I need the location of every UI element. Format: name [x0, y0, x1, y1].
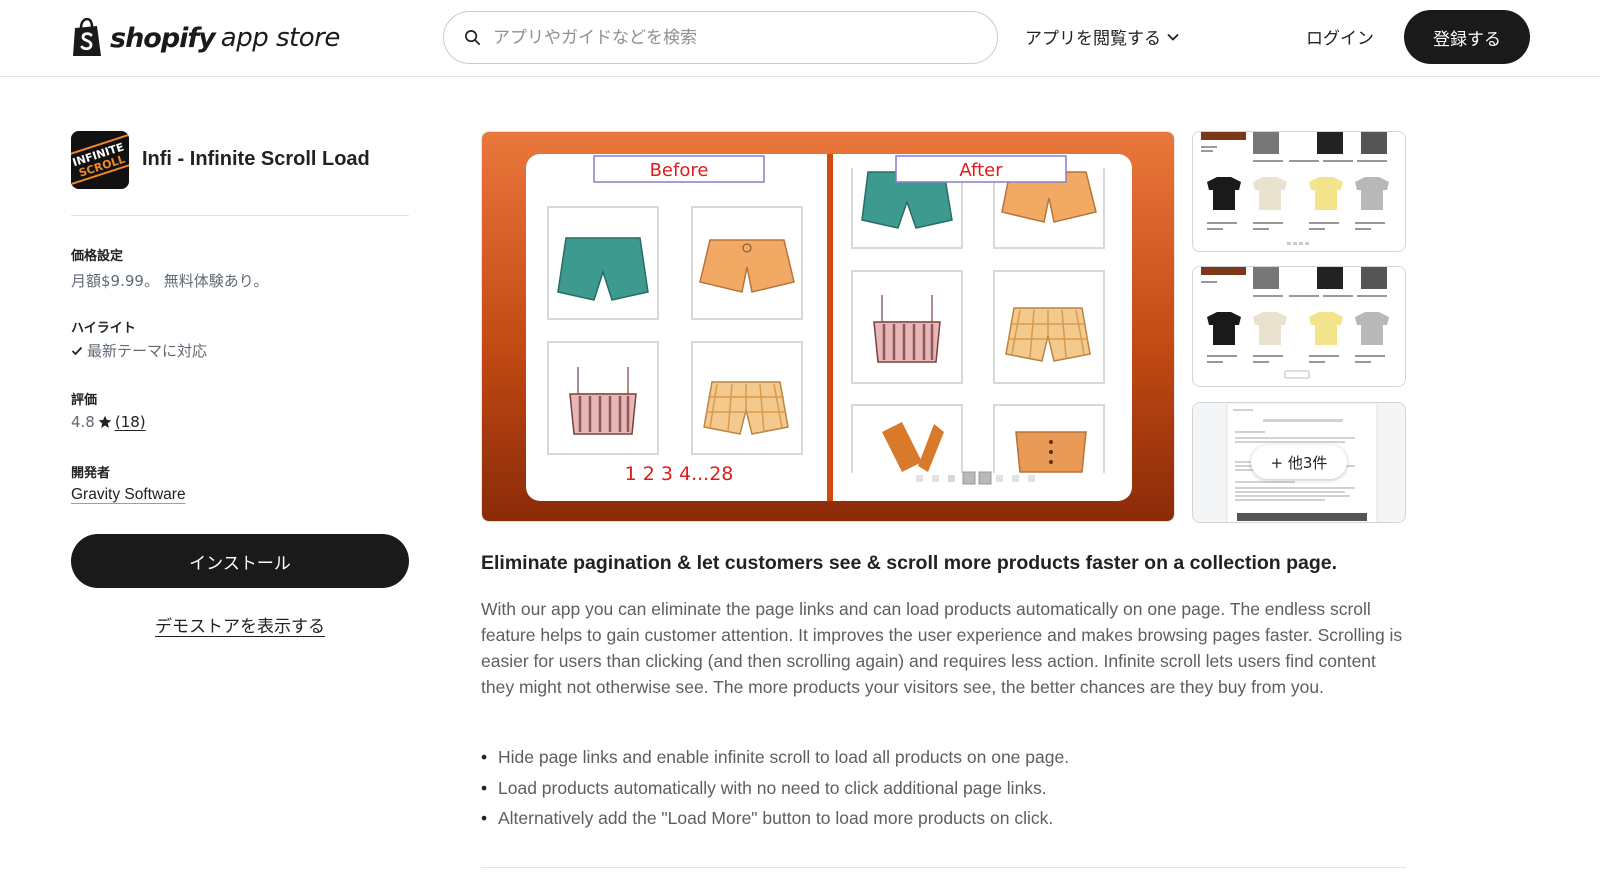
- search-input[interactable]: [493, 27, 973, 48]
- highlight-text: 最新テーマに対応: [87, 342, 208, 360]
- browse-apps-menu[interactable]: アプリを閲覧する: [1025, 24, 1179, 49]
- search-bar[interactable]: [443, 11, 998, 64]
- rating-count-link[interactable]: (18): [115, 413, 146, 431]
- rating-value: 4.8: [71, 413, 95, 431]
- thumbnail-2-image: [1193, 267, 1405, 386]
- top-header: shopify app store アプリを閲覧する ログイン 登録する: [0, 0, 1600, 77]
- app-headline: Eliminate pagination & let customers see…: [481, 552, 1338, 574]
- shopify-bag-icon: [73, 18, 101, 56]
- search-icon: [465, 30, 480, 45]
- feature-text: Hide page links and enable infinite scro…: [498, 747, 1070, 767]
- rating-label: 評価: [71, 393, 98, 408]
- sidebar-divider: [71, 215, 409, 216]
- developer-label: 開発者: [71, 466, 111, 481]
- bullet-icon: •: [481, 777, 488, 798]
- brand-name: shopify: [110, 22, 216, 54]
- highlights-label: ハイライト: [71, 321, 136, 336]
- app-icon-graphic: INFINITE SCROLL: [71, 131, 129, 189]
- gallery-main-image[interactable]: Before 1 2 3 4...28 After: [481, 131, 1175, 522]
- feature-item: • Alternatively add the "Load More" butto…: [481, 803, 1069, 834]
- demo-store-label: デモストアを表示する: [155, 617, 325, 637]
- feature-list: • Hide page links and enable infinite scr…: [481, 742, 1069, 834]
- feature-text: Load products automatically with no need…: [498, 777, 1047, 798]
- pricing-label: 価格設定: [71, 249, 124, 264]
- demo-store-link[interactable]: デモストアを表示する: [71, 612, 409, 637]
- thumbnail-1-image: [1193, 132, 1405, 251]
- brand-suffix: app store: [220, 23, 341, 53]
- install-button[interactable]: インストール: [71, 534, 409, 588]
- content-divider: [481, 867, 1406, 868]
- bullet-icon: •: [481, 808, 488, 828]
- more-images-button[interactable]: + 他3件: [1251, 445, 1347, 479]
- developer-link[interactable]: Gravity Software: [71, 486, 186, 504]
- highlight-item: 最新テーマに対応: [71, 340, 207, 361]
- gallery-thumbnail-2[interactable]: [1192, 266, 1406, 387]
- shopify-app-store-logo[interactable]: shopify app store: [70, 16, 340, 60]
- browse-apps-label: アプリを閲覧する: [1025, 29, 1161, 49]
- app-icon: INFINITE SCROLL: [71, 131, 129, 189]
- chevron-down-icon: [1167, 33, 1179, 41]
- feature-text: Alternatively add the "Load More" button…: [498, 808, 1054, 828]
- checkmark-icon: [71, 346, 83, 355]
- app-description: With our app you can eliminate the page …: [481, 599, 1403, 697]
- signup-button[interactable]: 登録する: [1404, 10, 1530, 64]
- before-after-illustration: Before 1 2 3 4...28 After: [482, 132, 1174, 521]
- before-label: Before: [650, 160, 709, 181]
- feature-item: • Load products automatically with no nee…: [481, 773, 1069, 804]
- gallery-thumbnail-1[interactable]: [1192, 131, 1406, 252]
- rating-row: 4.8 (18): [71, 413, 146, 431]
- after-label: After: [959, 160, 1003, 181]
- star-icon: [98, 415, 112, 428]
- app-title: Infi - Infinite Scroll Load: [142, 148, 370, 170]
- pagination-text: 1 2 3 4...28: [625, 463, 734, 485]
- feature-item: • Hide page links and enable infinite scr…: [481, 742, 1069, 773]
- login-link[interactable]: ログイン: [1306, 24, 1374, 49]
- bullet-icon: •: [481, 747, 488, 767]
- gallery-thumbnail-3[interactable]: + 他3件: [1192, 402, 1406, 523]
- pricing-value: 月額$9.99。 無料体験あり。: [71, 272, 269, 290]
